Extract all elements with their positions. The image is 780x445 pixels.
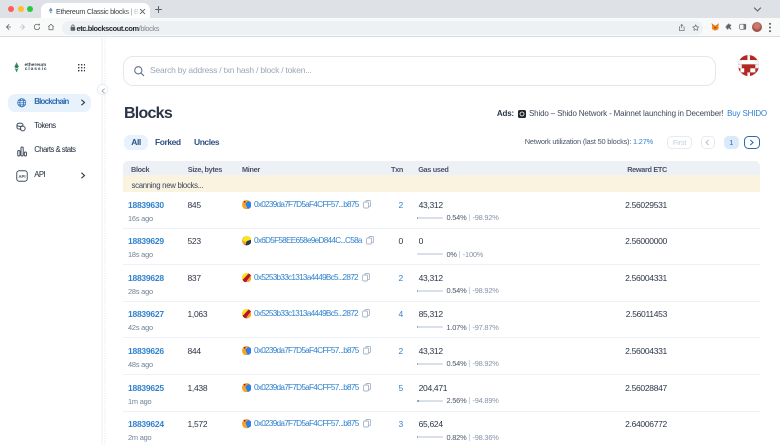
svg-text:API: API (18, 173, 25, 178)
